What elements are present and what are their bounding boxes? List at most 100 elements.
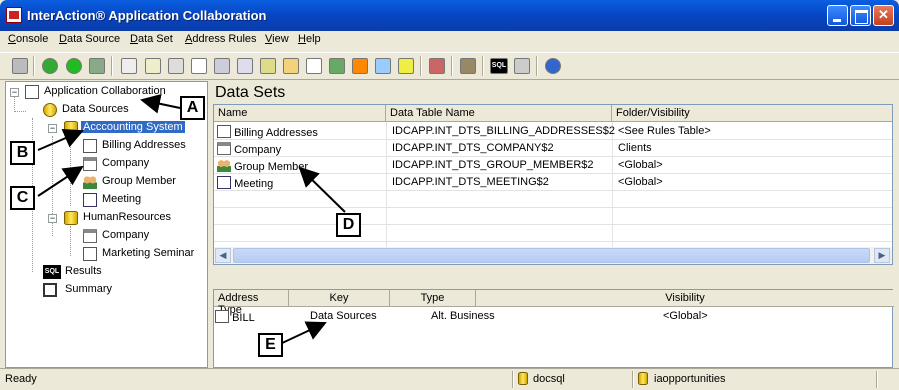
folder-icon[interactable] xyxy=(283,58,299,74)
org-chart-icon[interactable] xyxy=(260,58,276,74)
column-header-name[interactable]: Name xyxy=(214,105,386,122)
stop-icon[interactable] xyxy=(429,58,445,74)
address-card-icon xyxy=(215,310,229,323)
cell-folder-visibility: <Global> xyxy=(618,176,663,188)
cell-folder-visibility: Clients xyxy=(618,142,652,154)
cell-name: Meeting xyxy=(234,178,274,190)
menu-console[interactable]: Console xyxy=(8,33,48,45)
collapse-toggle[interactable]: − xyxy=(10,88,19,97)
table-row[interactable]: Company xyxy=(217,140,285,157)
org-icon[interactable] xyxy=(237,58,253,74)
details-pane: Data Sets Name Data Table Name Folder/Vi… xyxy=(212,81,894,368)
address-card-icon[interactable] xyxy=(214,58,230,74)
list-icon xyxy=(83,247,97,261)
database-icon[interactable] xyxy=(89,58,105,74)
menu-data-set[interactable]: Data Set xyxy=(130,33,173,45)
column-header-address-type[interactable]: Address Type xyxy=(214,290,289,316)
mail-icon[interactable] xyxy=(352,58,368,74)
cell-name: Group Member xyxy=(234,161,309,173)
calendar-icon xyxy=(217,176,231,189)
grid-line xyxy=(612,122,613,248)
gear-icon[interactable] xyxy=(460,58,476,74)
table-row[interactable]: Billing Addresses xyxy=(217,123,322,140)
column-header-visibility[interactable]: Visibility xyxy=(476,290,894,307)
cell-data-table-name: IDCAPP.INT_DTS_COMPANY$2 xyxy=(392,142,554,154)
table-row[interactable]: Meeting xyxy=(217,174,277,191)
cell-visibility: <Global> xyxy=(663,310,708,322)
menu-address-rules[interactable]: Address Rules xyxy=(185,33,257,45)
grid-line xyxy=(214,224,892,225)
menu-view[interactable]: View xyxy=(265,33,289,45)
address-rules-table[interactable]: Address Type Key Type Visibility BILL Da… xyxy=(213,289,894,368)
table-row[interactable]: Group Member xyxy=(217,157,312,174)
building-icon xyxy=(83,157,97,171)
menu-bar: Console Data Source Data Set Address Rul… xyxy=(0,31,899,49)
column-header-type[interactable]: Type xyxy=(390,290,476,307)
toolbar: SQL xyxy=(0,52,899,80)
cell-data-table-name: IDCAPP.INT_DTS_GROUP_MEMBER$2 xyxy=(392,159,594,171)
collapse-toggle[interactable]: − xyxy=(48,124,57,133)
building-icon xyxy=(217,142,231,155)
database-icon xyxy=(518,372,530,385)
callout-a: A xyxy=(180,96,205,120)
tree-connector xyxy=(70,226,71,256)
globe-icon xyxy=(43,103,57,117)
title-bar: InterAction® Application Collaboration xyxy=(0,0,899,31)
datasets-table[interactable]: Name Data Table Name Folder/Visibility B… xyxy=(213,104,893,265)
scrollbar-thumb[interactable] xyxy=(233,248,870,263)
column-header-key[interactable]: Key xyxy=(289,290,390,307)
cell-data-table-name: IDCAPP.INT_DTS_MEETING$2 xyxy=(392,176,549,188)
menu-data-source[interactable]: Data Source xyxy=(59,33,120,45)
scroll-right-icon[interactable]: ▶ xyxy=(874,248,890,263)
grid-line xyxy=(386,122,387,248)
sql-icon[interactable]: SQL xyxy=(490,58,508,74)
window-title: InterAction® Application Collaboration xyxy=(27,8,267,23)
group-icon xyxy=(217,159,231,172)
maximize-button[interactable] xyxy=(850,5,871,26)
building-icon[interactable] xyxy=(121,58,137,74)
document-icon[interactable] xyxy=(168,58,184,74)
envelope-icon[interactable] xyxy=(398,58,414,74)
list-icon[interactable] xyxy=(191,58,207,74)
power-icon[interactable] xyxy=(66,58,82,74)
toolbar-separator xyxy=(451,56,453,76)
database-icon xyxy=(638,372,650,385)
grid-line xyxy=(214,207,892,208)
page-icon[interactable] xyxy=(306,58,322,74)
grid-line xyxy=(214,241,892,242)
toolbar-separator xyxy=(482,56,484,76)
status-divider xyxy=(632,371,634,388)
cell-address-type: BILL xyxy=(232,312,255,324)
scroll-left-icon[interactable]: ◀ xyxy=(215,248,231,263)
cell-name: Company xyxy=(234,144,282,156)
table-row[interactable]: BILL xyxy=(215,308,259,325)
email-icon[interactable] xyxy=(375,58,391,74)
toolbar-separator xyxy=(111,56,113,76)
callout-b: B xyxy=(10,141,35,165)
trash-icon[interactable] xyxy=(12,58,28,74)
group-icon[interactable] xyxy=(329,58,345,74)
refresh-icon[interactable] xyxy=(42,58,58,74)
cell-folder-visibility: <Global> xyxy=(618,159,663,171)
close-button[interactable] xyxy=(873,5,894,26)
address-card-icon xyxy=(83,139,97,153)
person-icon[interactable] xyxy=(145,58,161,74)
toolbar-separator xyxy=(536,56,538,76)
callout-d: D xyxy=(336,213,361,237)
navigation-tree[interactable]: − Application Collaboration Data Sources… xyxy=(5,81,208,368)
minimize-button[interactable] xyxy=(827,5,848,26)
column-header-folder-visibility[interactable]: Folder/Visibility xyxy=(612,105,892,122)
horizontal-scrollbar[interactable]: ◀ ▶ xyxy=(214,247,892,264)
column-header-data-table-name[interactable]: Data Table Name xyxy=(386,105,612,122)
status-server: docsql xyxy=(533,373,565,385)
status-bar: Ready docsql iaopportunities xyxy=(0,368,899,390)
menu-help[interactable]: Help xyxy=(298,33,321,45)
database-icon xyxy=(64,211,78,225)
address-card-icon xyxy=(217,125,231,138)
app-icon xyxy=(6,7,22,23)
help-icon[interactable] xyxy=(545,58,561,74)
screen-icon[interactable] xyxy=(514,58,530,74)
datasets-title: Data Sets xyxy=(215,84,286,101)
sql-icon: SQL xyxy=(43,265,61,279)
collapse-toggle[interactable]: − xyxy=(48,214,57,223)
